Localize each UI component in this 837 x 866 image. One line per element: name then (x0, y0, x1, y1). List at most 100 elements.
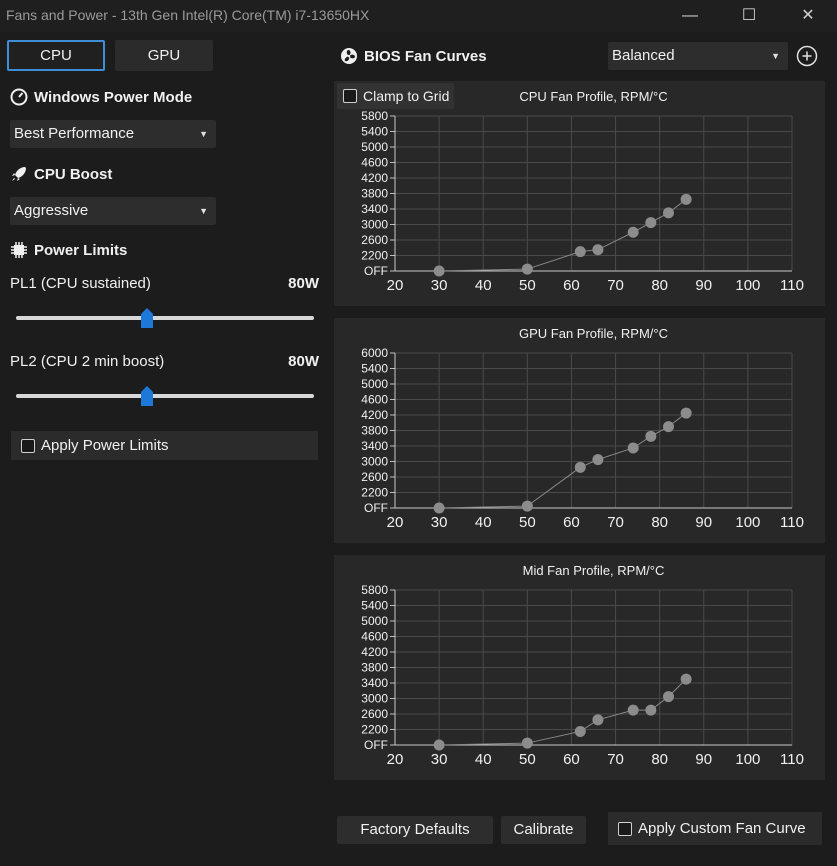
y-tick-label: 3800 (361, 424, 388, 438)
chart-title: GPU Fan Profile, RPM/°C (519, 326, 668, 341)
minimize-icon[interactable]: — (672, 4, 708, 28)
y-tick-label: 4200 (361, 645, 388, 659)
fan-curve-point[interactable] (521, 737, 533, 749)
fan-curve-point[interactable] (592, 714, 604, 726)
fan-curve-point[interactable] (662, 691, 674, 703)
tab-cpu[interactable]: CPU (7, 40, 105, 71)
y-tick-label: OFF (364, 264, 388, 278)
x-tick-label: 90 (695, 277, 712, 294)
fan-curve-point[interactable] (627, 226, 639, 238)
power-mode-select[interactable]: Best Performance ▼ (10, 120, 216, 148)
maximize-icon[interactable]: ☐ (731, 4, 767, 28)
power-limits-heading: Power Limits (10, 241, 127, 259)
fan-curve-point[interactable] (433, 739, 445, 751)
factory-defaults-button[interactable]: Factory Defaults (337, 816, 493, 844)
y-tick-label: 5400 (361, 362, 388, 376)
x-tick-label: 60 (563, 751, 580, 768)
fan-curve-point[interactable] (645, 704, 657, 716)
x-tick-label: 80 (651, 514, 668, 531)
rocket-icon (12, 167, 26, 181)
pl1-label: PL1 (CPU sustained) (10, 275, 151, 292)
mid-fan-chart[interactable]: Mid Fan Profile, RPM/°C 20 30 40 50 60 70 80 90 1… (334, 555, 825, 780)
pl1-value: 80W (288, 275, 319, 292)
fan-curve-point[interactable] (592, 244, 604, 256)
fan-curve-point[interactable] (627, 704, 639, 716)
y-tick-label: 3400 (361, 202, 388, 216)
power-mode-value: Best Performance (14, 125, 135, 142)
fan-curve-line (439, 412, 687, 509)
x-tick-label: 30 (431, 514, 448, 531)
fan-curve-point[interactable] (574, 725, 586, 737)
mid-fan-chart-panel: Mid Fan Profile, RPM/°C 20 30 40 50 60 70 80 90 1… (334, 555, 825, 780)
y-tick-label: 2200 (361, 249, 388, 263)
cpu-boost-select[interactable]: Aggressive ▼ (10, 197, 216, 225)
x-tick-label: 40 (475, 751, 492, 768)
x-tick-label: 60 (563, 514, 580, 531)
fan-curve-point[interactable] (592, 454, 604, 466)
fan-curve-point[interactable] (521, 500, 533, 512)
fan-curves-title: BIOS Fan Curves (364, 47, 487, 65)
y-tick-label: 3800 (361, 661, 388, 675)
add-preset-icon[interactable] (796, 45, 818, 67)
fan-curve-point[interactable] (433, 265, 445, 277)
cpu-boost-title: CPU Boost (34, 165, 113, 183)
x-tick-label: 110 (780, 277, 804, 294)
x-tick-label: 90 (695, 514, 712, 531)
pl1-slider[interactable] (16, 308, 314, 328)
fan-curve-point[interactable] (645, 430, 657, 442)
pl1-slider-thumb[interactable] (141, 308, 154, 328)
x-tick-label: 20 (387, 514, 404, 531)
fan-curve-point[interactable] (662, 421, 674, 433)
x-tick-label: 100 (735, 751, 760, 768)
y-tick-label: 3000 (361, 455, 388, 469)
x-tick-label: 40 (475, 277, 492, 294)
y-tick-label: 3000 (361, 692, 388, 706)
x-tick-label: 50 (519, 277, 536, 294)
y-tick-label: 5800 (361, 583, 388, 597)
fan-preset-select[interactable]: Balanced ▼ (608, 42, 788, 70)
fan-curve-point[interactable] (680, 407, 692, 419)
apply-power-limits-checkbox[interactable]: Apply Power Limits (11, 431, 318, 460)
pl2-value: 80W (288, 353, 319, 370)
gpu-fan-chart[interactable]: GPU Fan Profile, RPM/°C 20 30 40 50 60 70 80 90 1… (334, 318, 825, 543)
fan-curve-point[interactable] (574, 461, 586, 473)
pl2-slider[interactable] (16, 386, 314, 406)
chevron-down-icon: ▼ (199, 206, 208, 216)
y-tick-label: 4600 (361, 630, 388, 644)
y-tick-label: 5000 (361, 140, 388, 154)
pl2-slider-thumb[interactable] (141, 386, 154, 406)
power-mode-heading: Windows Power Mode (10, 88, 192, 106)
checkbox-box[interactable] (618, 821, 632, 836)
fan-curve-point[interactable] (521, 263, 533, 275)
x-tick-label: 110 (780, 751, 804, 768)
close-icon[interactable]: ✕ (790, 4, 826, 28)
fan-curve-point[interactable] (574, 246, 586, 258)
y-tick-label: OFF (364, 738, 388, 752)
x-tick-label: 30 (431, 751, 448, 768)
fan-curve-point[interactable] (680, 193, 692, 205)
y-tick-label: 2600 (361, 470, 388, 484)
y-tick-label: 5000 (361, 614, 388, 628)
y-tick-label: 3800 (361, 187, 388, 201)
cpu-fan-chart[interactable]: CPU Fan Profile, RPM/°C 20 30 40 50 60 70 80 90 1… (334, 81, 825, 306)
gauge-icon (10, 88, 28, 106)
chart-title: Mid Fan Profile, RPM/°C (523, 563, 665, 578)
fan-curve-point[interactable] (645, 217, 657, 229)
fan-curve-point[interactable] (433, 502, 445, 514)
tab-gpu[interactable]: GPU (115, 40, 213, 71)
cpu-boost-heading: CPU Boost (10, 165, 112, 183)
y-tick-label: 5400 (361, 125, 388, 139)
y-tick-label: 5000 (361, 377, 388, 391)
fan-curve-point[interactable] (627, 442, 639, 454)
apply-custom-fan-curve-checkbox[interactable]: Apply Custom Fan Curve (608, 812, 822, 845)
fan-preset-value: Balanced (612, 47, 675, 64)
apply-custom-fan-curve-label: Apply Custom Fan Curve (638, 820, 806, 837)
fan-curve-point[interactable] (662, 207, 674, 219)
x-tick-label: 80 (651, 751, 668, 768)
fan-curve-point[interactable] (680, 673, 692, 685)
checkbox-box[interactable] (21, 438, 35, 453)
y-tick-label: 4600 (361, 156, 388, 170)
x-tick-label: 110 (780, 514, 804, 531)
calibrate-button[interactable]: Calibrate (501, 816, 586, 844)
x-tick-label: 70 (607, 514, 624, 531)
